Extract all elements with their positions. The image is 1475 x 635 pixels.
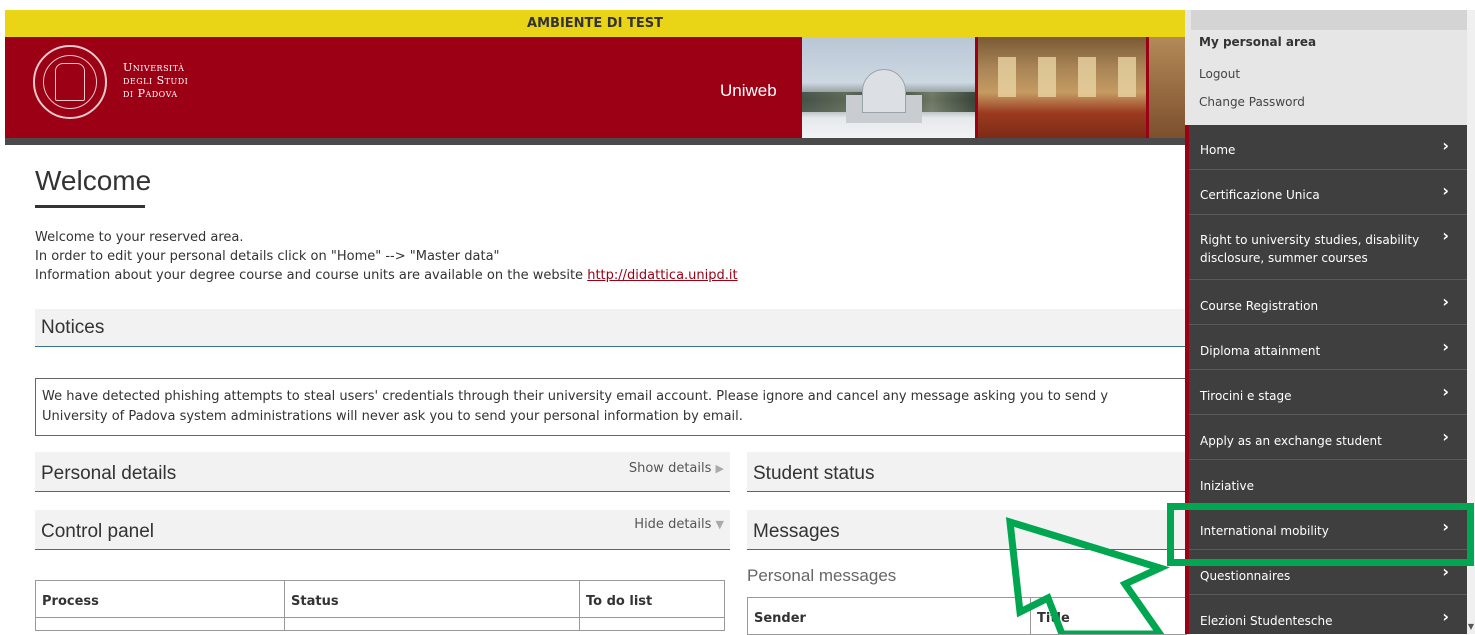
annotation-arrow [1005,517,1170,634]
